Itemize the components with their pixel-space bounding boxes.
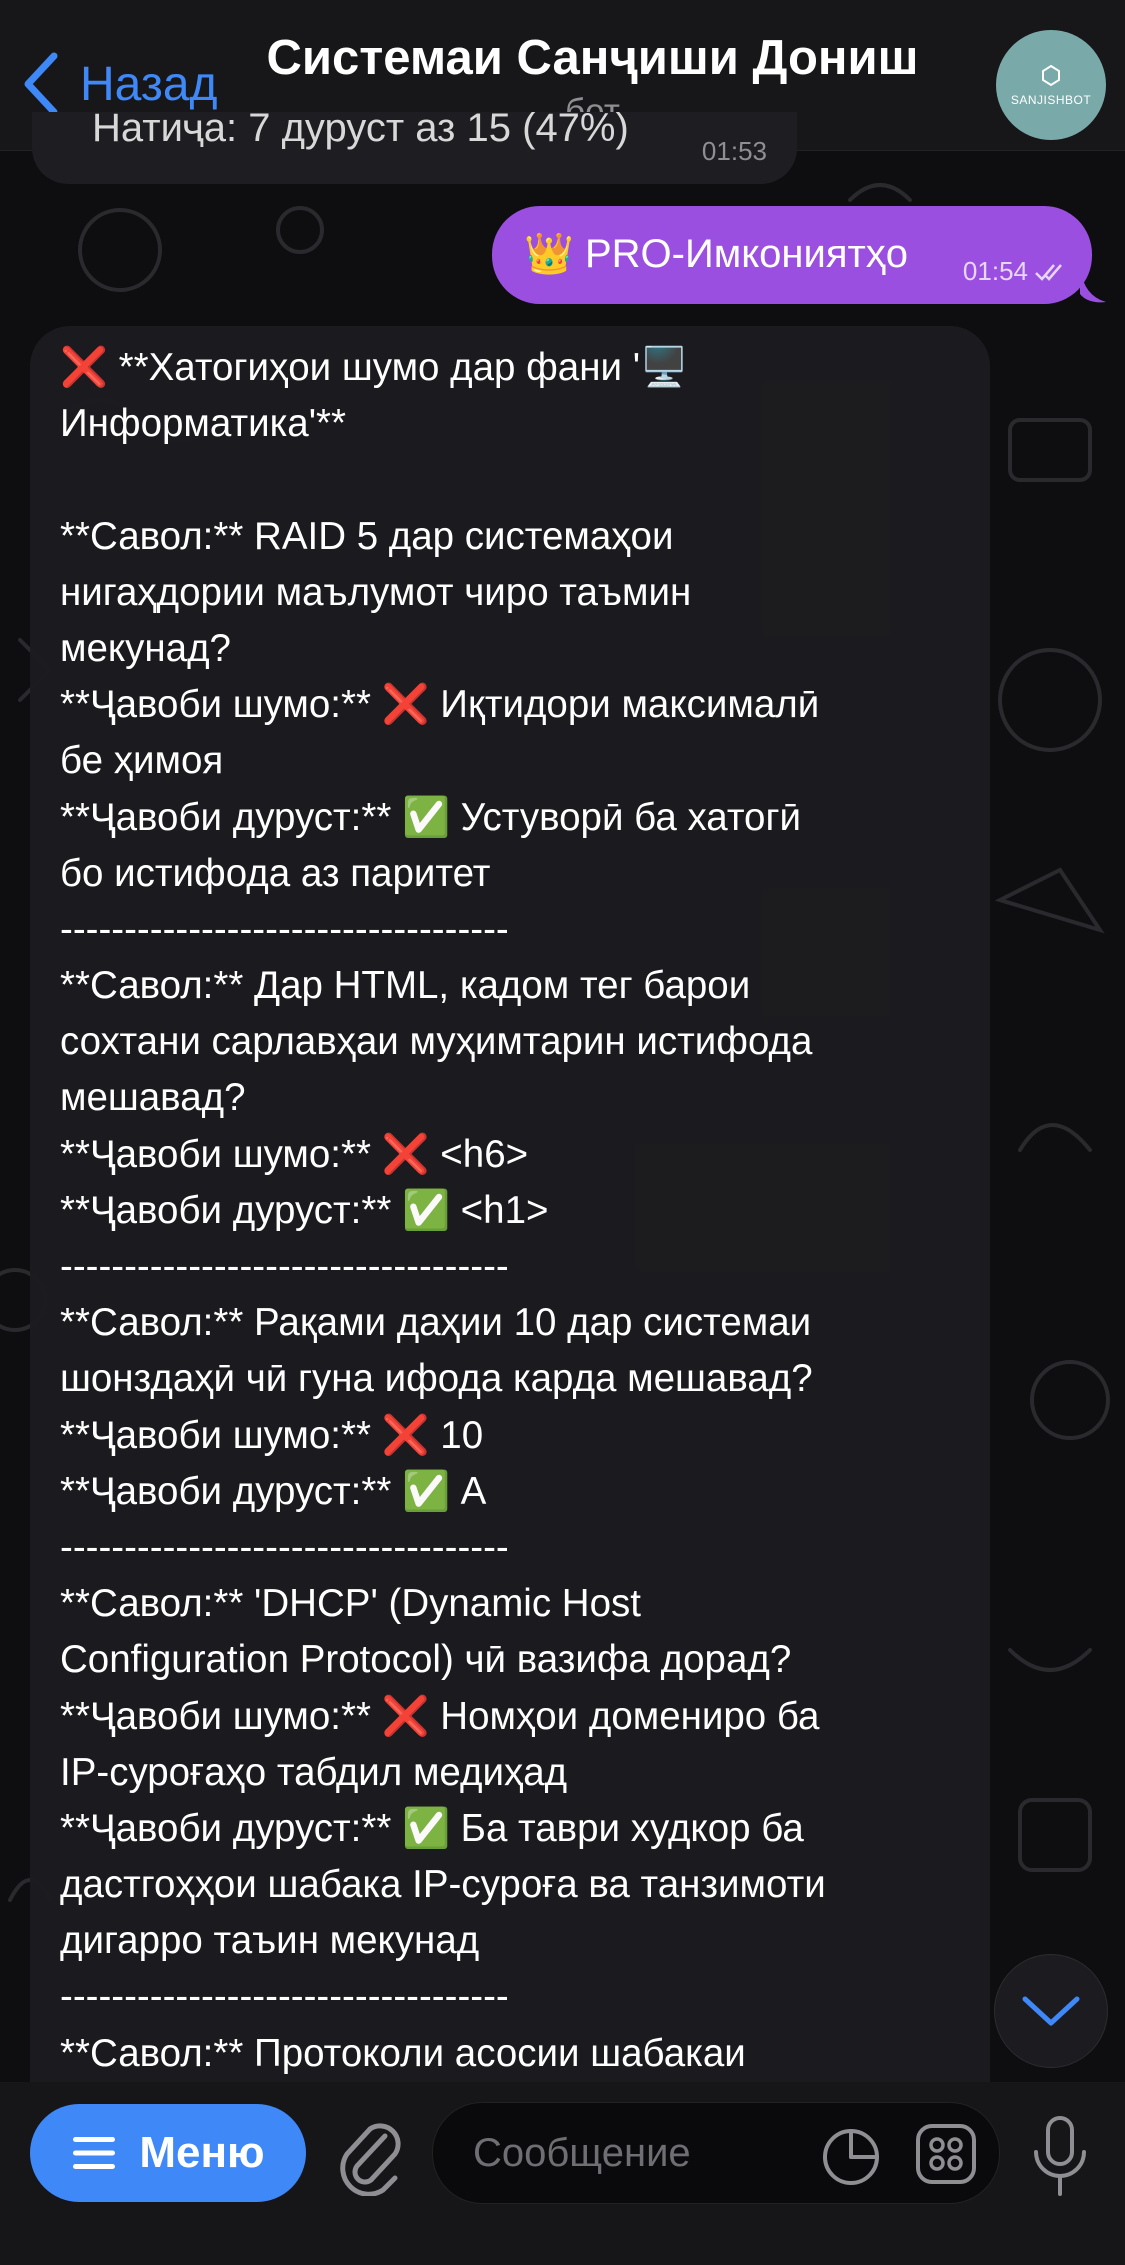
crown-emoji: 👑 — [524, 232, 574, 276]
message-line: **Ҷавоби шумо:** ❌ 10 — [60, 1413, 484, 1457]
message-line: ❌ **Хатогиҳои шумо дар фани '🖥️ — [60, 346, 688, 389]
message-line: **Савол:** Рақами даҳии 10 дар системаи — [60, 1301, 812, 1345]
message-line: дигарро таъин мекунад — [60, 1919, 480, 1963]
message-input-container — [432, 2102, 1000, 2204]
message-line: Configuration Protocol) чӣ вазифа дорад? — [60, 1638, 792, 1682]
message-line: сохтани сарлавҳаи муҳимтарин истифода — [60, 1020, 813, 1064]
message-line — [60, 452, 980, 508]
message-line: ----------------------------------- — [60, 1245, 509, 1288]
message-line: **Ҷавоби дуруст:** ✅ Ба таври худкор ба — [60, 1806, 804, 1850]
message-line: Информатика'** — [60, 402, 347, 446]
message-line: IP-суроғаҳо табдил медиҳад — [60, 1750, 568, 1794]
microphone-icon[interactable] — [1028, 2114, 1092, 2200]
menu-label: Меню — [139, 2128, 265, 2177]
double-check-icon — [1035, 263, 1062, 281]
previous-message-bubble[interactable]: Натиҷа: 7 дуруст аз 15 (47%) 01:53 — [32, 112, 797, 184]
outgoing-message-meta: 01:54 — [963, 256, 1068, 287]
message-line: ----------------------------------- — [60, 1525, 509, 1569]
back-button[interactable]: Назад — [22, 52, 218, 116]
message-line: **Ҷавоби дуруст:** ✅ <h1> — [60, 1188, 549, 1232]
previous-message-time: 01:53 — [701, 136, 767, 166]
message-line: **Ҷавоби шумо:** ❌ Иқтидори максималӣ — [60, 683, 820, 727]
message-input[interactable] — [471, 2129, 835, 2177]
outgoing-message-time: 01:54 — [962, 256, 1028, 286]
message-line: **Савол:** 'DHCP' (Dynamic Host — [60, 1582, 641, 1626]
hamburger-icon — [73, 2137, 116, 2169]
sticker-icon[interactable] — [821, 2127, 881, 2187]
chevron-left-icon — [24, 52, 58, 116]
message-line: мешавад? — [60, 1076, 246, 1120]
bot-commands-icon[interactable] — [915, 2123, 977, 2185]
message-line: мекунад? — [60, 626, 231, 670]
avatar-text: SANJISHBOT — [1010, 93, 1092, 107]
scroll-down-button[interactable] — [994, 1954, 1108, 2068]
message-input-bar: Меню — [0, 2082, 1125, 2265]
message-line: бе ҳимоя — [60, 739, 224, 783]
back-label: Назад — [80, 57, 218, 111]
outgoing-message-bubble[interactable]: 👑 PRO-Имкониятҳо 01:54 — [492, 206, 1092, 304]
incoming-message-text: ❌ **Хатогиҳои шумо дар фани '🖥️ Информати… — [60, 340, 980, 2082]
message-line: шонздаҳӣ чӣ гуна ифода карда мешавад? — [60, 1357, 813, 1401]
message-line: **Савол:** RAID 5 дар системаҳои — [60, 514, 674, 558]
outgoing-message-label: PRO-Имкониятҳо — [584, 232, 909, 276]
outgoing-message-text: 👑 PRO-Имкониятҳо — [524, 230, 908, 277]
message-line: **Ҷавоби шумо:** ❌ Номҳои домениро ба — [60, 1694, 820, 1738]
message-line: бо истифода аз паритет — [60, 851, 491, 895]
message-line: дастгоҳҳои шабака IP-суроға ва танзимоти — [60, 1863, 826, 1907]
message-line: **Ҷавоби шумо:** ❌ <h6> — [60, 1132, 529, 1176]
chat-title[interactable]: Системаи Санҷиши Дониш — [230, 30, 955, 86]
incoming-message-bubble[interactable]: ❌ **Хатогиҳои шумо дар фани '🖥️ Информати… — [30, 326, 990, 2126]
chevron-down-icon — [1022, 1996, 1080, 2026]
avatar[interactable]: SANJISHBOT — [996, 30, 1106, 140]
message-line: **Савол:** Дар HTML, кадом тег барои — [60, 964, 751, 1008]
paperclip-icon[interactable] — [335, 2116, 405, 2196]
message-line: нигаҳдории маълумот чиро таъмин — [60, 570, 692, 614]
outgoing-bubble-tail — [1080, 268, 1106, 303]
message-line: **Ҷавоби дуруст:** ✅ A — [60, 1469, 487, 1513]
menu-button[interactable]: Меню — [30, 2104, 306, 2202]
message-line: **Ҷавоби дуруст:** ✅ Устуворӣ ба хатогӣ — [60, 795, 801, 839]
message-line: ----------------------------------- — [60, 907, 509, 951]
message-line: ----------------------------------- — [60, 1975, 509, 2019]
previous-message-text: Натиҷа: 7 дуруст аз 15 (47%) — [92, 112, 629, 150]
bot-logo-icon — [1042, 64, 1060, 87]
message-line: **Савол:** Протоколи асосии шабакаи — [60, 2031, 746, 2075]
